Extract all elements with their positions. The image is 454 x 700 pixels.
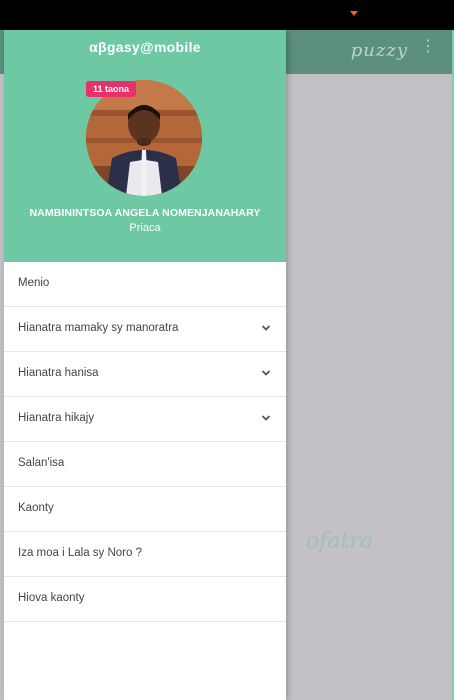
menu-item-account[interactable]: Kaonty bbox=[4, 487, 286, 532]
menu-item-label: Salan'isa bbox=[18, 457, 65, 469]
drawer-menu: Menio Hianatra mamaky sy manoratra Hiana… bbox=[4, 262, 286, 622]
status-bar bbox=[0, 0, 454, 30]
more-vert-icon[interactable]: ⋮ bbox=[420, 36, 436, 56]
user-role: Priaca bbox=[129, 222, 161, 234]
background-script-text: ofatra bbox=[306, 529, 373, 554]
drawer-header: αβgasy@mobile 11 taona NAMBININTSOA ANGE… bbox=[4, 30, 286, 262]
menu-item-label: Hianatra hikajy bbox=[18, 412, 95, 424]
menu-item-calculating[interactable]: Hianatra hikajy bbox=[4, 397, 286, 442]
user-name: NAMBININTSOA ANGELA NOMENJANAHARY bbox=[29, 207, 261, 219]
menu-item-counting[interactable]: Hianatra hanisa bbox=[4, 352, 286, 397]
menu-item-label: Hianatra hanisa bbox=[18, 367, 99, 379]
chevron-down-icon bbox=[261, 415, 271, 421]
menu-item-switch-account[interactable]: Hiova kaonty bbox=[4, 577, 286, 622]
menu-item-label: Hianatra mamaky sy manoratra bbox=[18, 322, 179, 334]
menu-item-label: Menio bbox=[18, 277, 50, 289]
background-toolbar-title: puzzy bbox=[350, 40, 408, 61]
menu-item-label: Hiova kaonty bbox=[18, 592, 85, 604]
chevron-down-icon bbox=[261, 325, 271, 331]
menu-item-label: Kaonty bbox=[18, 502, 54, 514]
menu-item-menio[interactable]: Menio bbox=[4, 262, 286, 307]
menu-item-about[interactable]: Iza moa i Lala sy Noro ? bbox=[4, 532, 286, 577]
avatar[interactable] bbox=[86, 80, 202, 196]
menu-item-label: Iza moa i Lala sy Noro ? bbox=[18, 547, 143, 559]
navigation-drawer: αβgasy@mobile 11 taona NAMBININTSOA ANGE… bbox=[4, 30, 286, 700]
chevron-down-icon bbox=[261, 370, 271, 376]
avatar-image bbox=[86, 80, 202, 196]
age-badge: 11 taona bbox=[86, 81, 137, 97]
notification-icon bbox=[350, 11, 358, 16]
menu-item-statistics[interactable]: Salan'isa bbox=[4, 442, 286, 487]
app-name: αβgasy@mobile bbox=[89, 39, 201, 55]
menu-item-reading-writing[interactable]: Hianatra mamaky sy manoratra bbox=[4, 307, 286, 352]
